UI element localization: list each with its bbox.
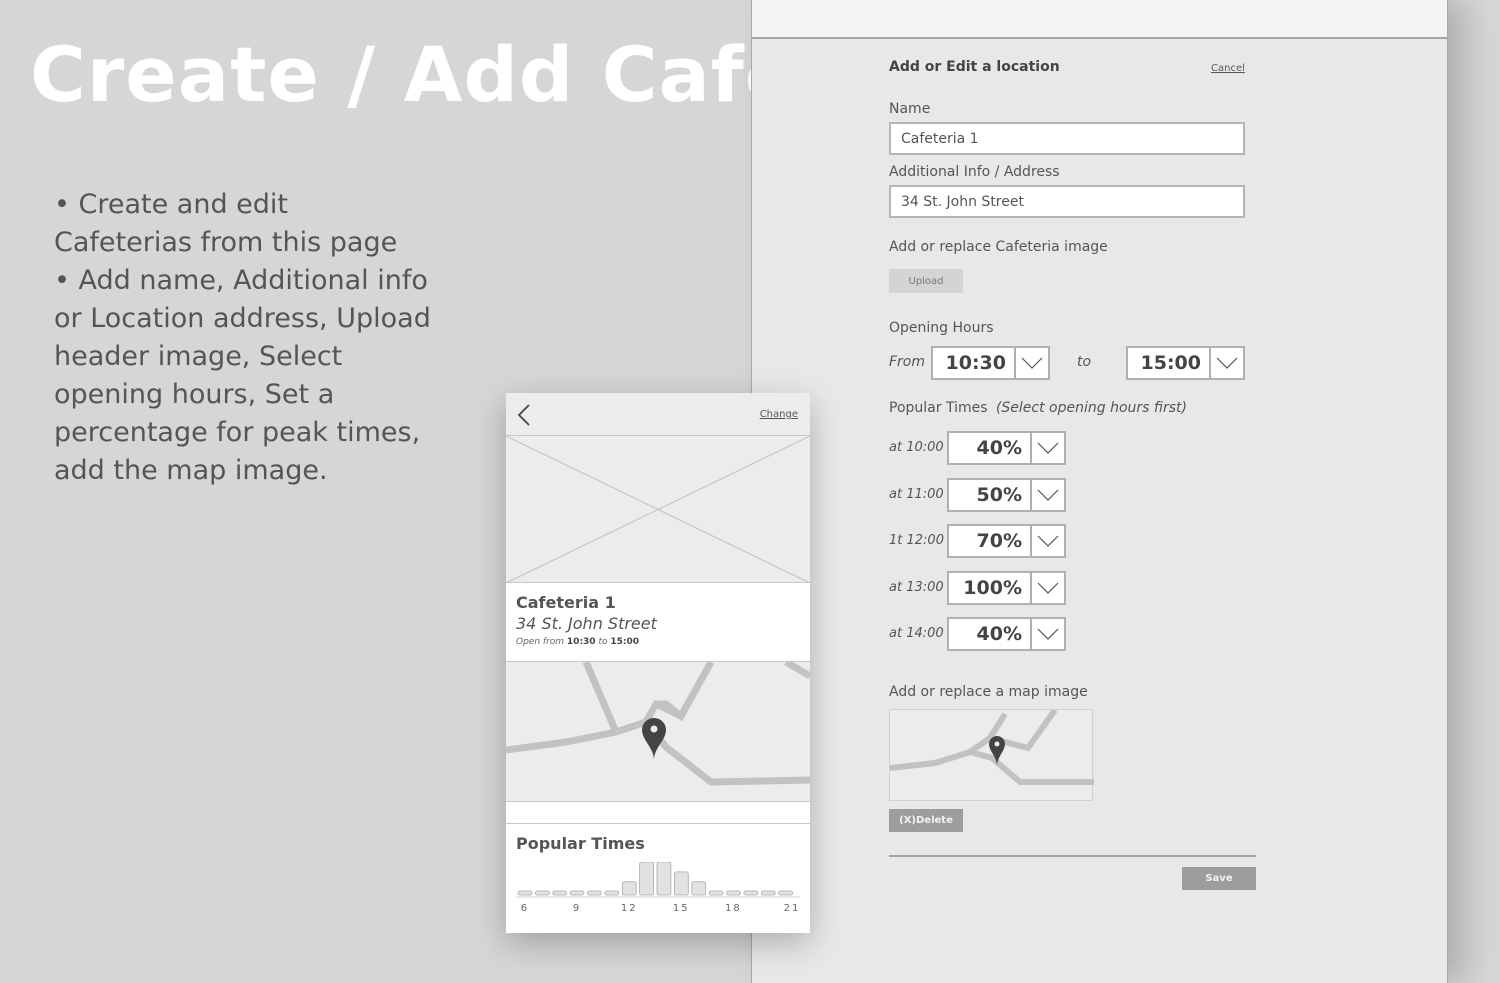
from-time-value: 10:30 bbox=[945, 352, 1006, 374]
cafeteria-address: 34 St. John Street bbox=[516, 614, 657, 633]
popular-times-title: Popular Times bbox=[516, 834, 645, 853]
mobile-header: Change bbox=[506, 393, 810, 436]
popular-row-label: at 10:00 bbox=[889, 440, 944, 455]
form-divider bbox=[889, 855, 1256, 857]
chart-tick-label: 18 bbox=[725, 903, 742, 914]
popular-times-chart: 6 9 12 15 18 21 bbox=[516, 862, 800, 914]
chart-tick-label: 21 bbox=[784, 903, 800, 914]
popular-percent-value: 40% bbox=[976, 623, 1022, 645]
address-input[interactable] bbox=[889, 185, 1245, 218]
popular-percent-value: 50% bbox=[976, 484, 1022, 506]
popular-row-label: at 11:00 bbox=[889, 487, 944, 502]
popular-times-title: Popular Times bbox=[889, 400, 988, 416]
spacer bbox=[506, 802, 810, 824]
mobile-map bbox=[506, 658, 810, 802]
bullet-item: • Create and edit Cafeterias from this p… bbox=[54, 189, 398, 258]
popular-percent-select[interactable]: 40% bbox=[947, 431, 1066, 465]
chart-bar bbox=[673, 871, 689, 896]
name-label: Name bbox=[889, 101, 931, 117]
popular-percent-value: 70% bbox=[976, 530, 1022, 552]
window-titlebar bbox=[752, 0, 1447, 39]
popular-row-label: 1t 12:00 bbox=[889, 533, 944, 548]
chart-bar bbox=[552, 890, 568, 896]
chevron-down-icon bbox=[1030, 619, 1064, 649]
chart-tick-label: 9 bbox=[573, 903, 581, 914]
chevron-down-icon bbox=[1030, 526, 1064, 556]
map-image-label: Add or replace a map image bbox=[889, 684, 1088, 700]
chart-bar bbox=[743, 890, 759, 896]
popular-percent-select[interactable]: 100% bbox=[947, 571, 1066, 605]
from-time-select[interactable]: 10:30 bbox=[931, 346, 1050, 380]
chevron-down-icon bbox=[1014, 348, 1048, 378]
popular-times-hint: (Select opening hours first) bbox=[995, 400, 1187, 416]
open-from-time: 10:30 bbox=[566, 637, 596, 647]
chart-bar bbox=[691, 881, 707, 896]
chart-bar bbox=[778, 890, 793, 896]
bullet-item: • Add name, Additional info or Location … bbox=[54, 265, 431, 486]
chart-bar bbox=[517, 890, 533, 896]
to-time-value: 15:00 bbox=[1140, 352, 1201, 374]
chart-tick-label: 6 bbox=[521, 903, 529, 914]
form-title: Add or Edit a location bbox=[889, 59, 1060, 75]
chevron-down-icon bbox=[1209, 348, 1243, 378]
open-prefix: Open from bbox=[516, 637, 565, 647]
back-arrow-icon[interactable] bbox=[516, 403, 532, 431]
cafeteria-info: Cafeteria 1 34 St. John Street Open from… bbox=[506, 583, 810, 661]
chevron-down-icon bbox=[1030, 480, 1064, 510]
cancel-link[interactable]: Cancel bbox=[1211, 63, 1245, 74]
map-pin-icon bbox=[989, 736, 1005, 766]
save-button[interactable]: Save bbox=[1182, 867, 1256, 890]
header-image-placeholder bbox=[506, 435, 810, 584]
popular-row-label: at 13:00 bbox=[889, 580, 944, 595]
popular-row-label: at 14:00 bbox=[889, 626, 944, 641]
opening-hours-label: Opening Hours bbox=[889, 320, 994, 336]
map-thumbnail[interactable] bbox=[889, 708, 1094, 801]
edit-location-window: Add or Edit a location Cancel Name Addit… bbox=[751, 0, 1448, 983]
chart-bar bbox=[604, 890, 620, 896]
cafeteria-image-label: Add or replace Cafeteria image bbox=[889, 239, 1108, 255]
chart-tick-label: 15 bbox=[673, 903, 690, 914]
popular-times-card: Popular Times 6 9 12 15 18 21 bbox=[506, 824, 810, 933]
map-pin-icon bbox=[642, 718, 666, 760]
open-to-word: to bbox=[598, 637, 608, 647]
address-label: Additional Info / Address bbox=[889, 164, 1060, 180]
feature-description: • Create and edit Cafeterias from this p… bbox=[54, 186, 434, 490]
chevron-down-icon bbox=[1030, 433, 1064, 463]
opening-hours-text: Open from 10:30 to 15:00 bbox=[516, 637, 800, 647]
chart-bar bbox=[534, 890, 550, 896]
popular-percent-select[interactable]: 70% bbox=[947, 524, 1066, 558]
popular-percent-select[interactable]: 40% bbox=[947, 617, 1066, 651]
change-link[interactable]: Change bbox=[760, 409, 798, 420]
mobile-preview: Change Cafeteria 1 34 St. John Street Op… bbox=[506, 393, 810, 933]
chart-bar bbox=[621, 881, 637, 896]
chart-bar bbox=[639, 862, 654, 896]
open-to-time: 15:00 bbox=[610, 637, 640, 647]
delete-map-button[interactable]: (X)Delete bbox=[889, 809, 963, 832]
chart-bar bbox=[656, 862, 672, 896]
upload-button[interactable]: Upload bbox=[889, 269, 963, 293]
from-label: From bbox=[889, 354, 926, 370]
popular-percent-value: 100% bbox=[963, 577, 1022, 599]
name-input[interactable] bbox=[889, 122, 1245, 155]
popular-percent-value: 40% bbox=[976, 437, 1022, 459]
chart-tick-label: 12 bbox=[621, 903, 638, 914]
to-time-select[interactable]: 15:00 bbox=[1126, 346, 1245, 380]
chevron-down-icon bbox=[1030, 573, 1064, 603]
chart-bar bbox=[569, 890, 585, 896]
chart-bar bbox=[708, 890, 724, 896]
popular-percent-select[interactable]: 50% bbox=[947, 478, 1066, 512]
chart-bar bbox=[760, 890, 776, 896]
cafeteria-name: Cafeteria 1 bbox=[516, 593, 616, 612]
popular-times-label: Popular Times (Select opening hours firs… bbox=[889, 400, 1187, 416]
chart-bar bbox=[726, 890, 741, 896]
chart-bar bbox=[587, 890, 602, 896]
to-label: to bbox=[1077, 354, 1092, 370]
